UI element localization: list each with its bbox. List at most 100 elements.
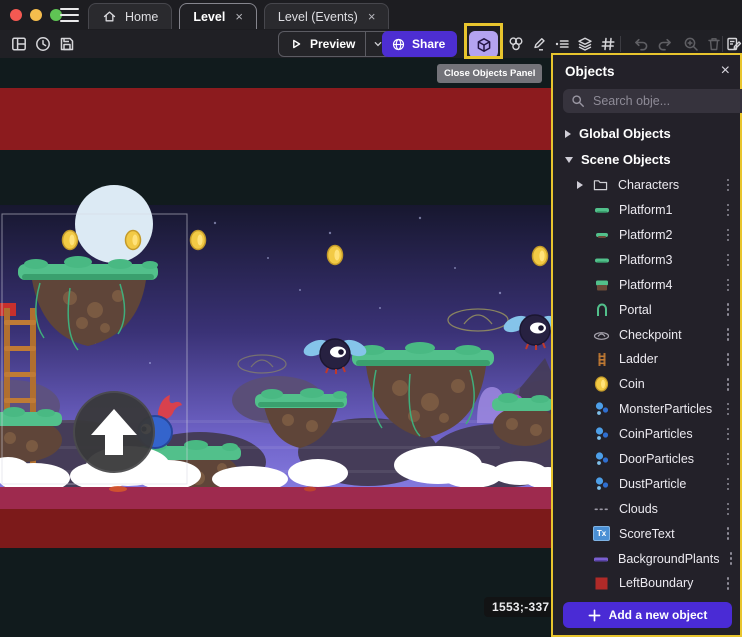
zoom-in-icon[interactable] xyxy=(680,33,702,55)
object-item-coinparticles[interactable]: CoinParticles xyxy=(553,422,740,447)
layers-icon[interactable] xyxy=(574,33,596,55)
object-item-checkpoint[interactable]: Checkpoint xyxy=(553,322,740,347)
tooltip: Close Objects Panel xyxy=(437,64,542,83)
events-book-icon[interactable] xyxy=(723,33,742,55)
search-box[interactable] xyxy=(563,89,742,113)
object-item-platform3[interactable]: Platform3 xyxy=(553,247,740,272)
share-label: Share xyxy=(412,37,445,51)
object-item-platform4[interactable]: Platform4 xyxy=(553,272,740,297)
red-square-icon xyxy=(593,575,610,592)
platform-block-icon xyxy=(593,276,610,293)
ladder-icon xyxy=(593,351,610,368)
tab-home[interactable]: Home xyxy=(88,3,172,29)
toolbar-separator xyxy=(620,36,621,52)
group-global-objects[interactable]: Global Objects xyxy=(553,121,740,147)
tab-level[interactable]: Level × xyxy=(179,3,257,29)
item-menu-icon[interactable] xyxy=(722,229,734,242)
object-item-dustparticle[interactable]: DustParticle xyxy=(553,471,740,496)
tab-level-events[interactable]: Level (Events) × xyxy=(264,3,390,29)
chevron-right-icon xyxy=(577,181,583,189)
minimize-window-button[interactable] xyxy=(30,9,42,21)
object-item-platform1[interactable]: Platform1 xyxy=(553,198,740,223)
objects-panel: Objects × Global Objects Scene Objects xyxy=(551,53,742,637)
object-item-characters[interactable]: Characters xyxy=(553,173,740,198)
particles-icon xyxy=(593,401,610,418)
object-item-ladder[interactable]: Ladder xyxy=(553,347,740,372)
coin-sprite[interactable] xyxy=(533,247,548,266)
close-panel-icon[interactable]: × xyxy=(721,63,730,79)
coin-sprite[interactable] xyxy=(328,246,343,265)
portal-arch-icon xyxy=(593,301,610,318)
main-menu-icon[interactable] xyxy=(60,8,79,22)
preview-button[interactable]: Preview xyxy=(278,31,391,57)
folder-icon xyxy=(592,177,609,194)
object-item-backgroundplants[interactable]: BackgroundPlants xyxy=(553,546,740,571)
item-menu-icon[interactable] xyxy=(722,328,734,341)
item-menu-icon[interactable] xyxy=(722,577,734,590)
plus-icon xyxy=(588,609,601,622)
object-item-doorparticles[interactable]: DoorParticles xyxy=(553,447,740,472)
pencil-icon[interactable] xyxy=(528,33,550,55)
object-item-leftboundary[interactable]: LeftBoundary xyxy=(553,571,740,596)
scene-art xyxy=(0,58,553,637)
history-icon[interactable] xyxy=(32,33,54,55)
item-menu-icon[interactable] xyxy=(722,353,734,366)
platform-sprite[interactable] xyxy=(492,393,553,446)
item-menu-icon[interactable] xyxy=(722,279,734,292)
search-icon xyxy=(571,94,585,108)
share-button[interactable]: Share xyxy=(382,31,457,57)
item-menu-icon[interactable] xyxy=(722,254,734,267)
item-menu-icon[interactable] xyxy=(722,428,734,441)
coin-sprite[interactable] xyxy=(126,231,141,250)
group-scene-objects[interactable]: Scene Objects xyxy=(553,147,740,173)
objects-panel-toggle[interactable] xyxy=(469,31,498,58)
save-icon[interactable] xyxy=(56,33,78,55)
scene-editor-canvas[interactable]: 1553;-337 xyxy=(0,58,553,637)
object-item-scoretext[interactable]: Tx ScoreText xyxy=(553,521,740,546)
close-window-button[interactable] xyxy=(10,9,22,21)
coin-sprite[interactable] xyxy=(191,231,206,250)
layout-panels-icon[interactable] xyxy=(8,33,30,55)
item-menu-icon[interactable] xyxy=(722,503,734,516)
purple-bar-icon xyxy=(593,550,609,567)
object-item-clouds[interactable]: Clouds xyxy=(553,496,740,521)
grid-icon[interactable] xyxy=(597,33,619,55)
chevron-right-icon xyxy=(565,130,571,138)
titlebar: Home Level × Level (Events) × xyxy=(0,0,742,30)
redo-icon[interactable] xyxy=(654,33,676,55)
tab-label: Home xyxy=(125,10,158,24)
instance-list-icon[interactable] xyxy=(551,33,573,55)
coin-sprite[interactable] xyxy=(63,231,78,250)
close-tab-icon[interactable]: × xyxy=(235,9,243,24)
object-item-portal[interactable]: Portal xyxy=(553,297,740,322)
object-item-monsterparticles[interactable]: MonsterParticles xyxy=(553,397,740,422)
undo-icon[interactable] xyxy=(630,33,652,55)
preview-label: Preview xyxy=(304,37,365,51)
platform-icon xyxy=(593,251,610,268)
add-new-object-label: Add a new object xyxy=(609,608,708,622)
item-menu-icon[interactable] xyxy=(722,303,734,316)
close-tab-icon[interactable]: × xyxy=(368,9,376,24)
item-menu-icon[interactable] xyxy=(722,478,734,491)
item-menu-icon[interactable] xyxy=(728,552,734,565)
item-menu-icon[interactable] xyxy=(722,204,734,217)
item-menu-icon[interactable] xyxy=(722,527,734,540)
jump-button-sprite[interactable] xyxy=(74,392,154,472)
item-menu-icon[interactable] xyxy=(722,378,734,391)
add-new-object-button[interactable]: Add a new object xyxy=(563,602,732,628)
item-menu-icon[interactable] xyxy=(722,179,734,192)
platform-sprite[interactable] xyxy=(0,407,62,462)
dashed-line-icon xyxy=(593,500,610,517)
instances-icon[interactable] xyxy=(505,33,527,55)
top-boundary-band[interactable] xyxy=(0,88,553,150)
moon-sprite[interactable] xyxy=(75,185,153,263)
search-input[interactable] xyxy=(591,93,742,109)
item-menu-icon[interactable] xyxy=(722,403,734,416)
coin-icon xyxy=(593,376,610,393)
ground-band-dark-red[interactable] xyxy=(0,509,553,548)
object-item-platform2[interactable]: Platform2 xyxy=(553,223,740,248)
panel-title: Objects xyxy=(565,64,721,79)
item-menu-icon[interactable] xyxy=(722,453,734,466)
object-item-coin[interactable]: Coin xyxy=(553,372,740,397)
particles-icon xyxy=(593,451,610,468)
